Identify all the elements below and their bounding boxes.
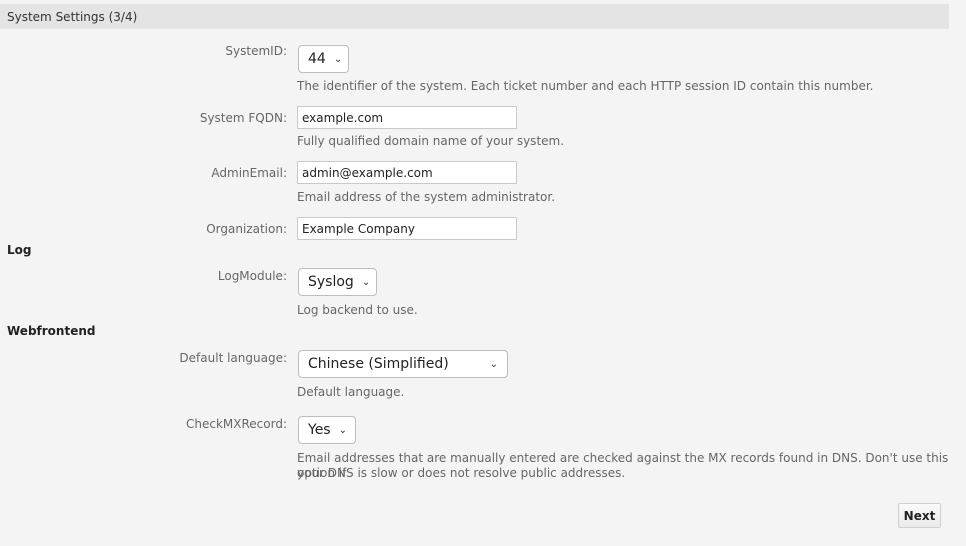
default-language-select[interactable]: Chinese (Simplified) ⌄ [298,350,508,378]
admin-email-field[interactable] [297,161,517,184]
check-mx-select[interactable]: Yes ⌄ [298,416,356,444]
chevron-down-icon: ⌄ [338,424,347,436]
log-module-label: LogModule: [217,269,287,283]
check-mx-label: CheckMXRecord: [186,417,287,431]
log-module-value: Syslog [308,274,354,290]
admin-email-help: Email address of the system administrato… [297,190,556,204]
section-log: Log [7,243,32,257]
system-id-select[interactable]: 44 ⌄ [298,45,349,73]
system-id-label: SystemID: [225,44,287,58]
organization-label: Organization: [206,222,287,236]
fqdn-help: Fully qualified domain name of your syst… [297,134,565,148]
log-module-help: Log backend to use. [297,303,418,317]
check-mx-help-line2: your DNS is slow or does not resolve pub… [297,466,626,480]
organization-field[interactable] [297,217,517,240]
next-button[interactable]: Next [898,503,941,528]
default-language-label: Default language: [179,351,287,365]
chevron-down-icon: ⌄ [333,53,343,65]
section-webfrontend: Webfrontend [7,324,96,338]
system-id-help: The identifier of the system. Each ticke… [297,79,874,93]
fqdn-label: System FQDN: [199,111,287,125]
system-id-value: 44 [308,51,326,67]
fqdn-field[interactable] [297,106,517,129]
panel-title: System Settings (3/4) [0,4,949,29]
default-language-help: Default language. [297,385,405,399]
check-mx-value: Yes [308,422,331,438]
chevron-down-icon: ⌄ [489,358,498,370]
default-language-value: Chinese (Simplified) [308,356,449,372]
admin-email-label: AdminEmail: [211,166,287,180]
chevron-down-icon: ⌄ [361,276,371,288]
log-module-select[interactable]: Syslog ⌄ [298,268,377,296]
